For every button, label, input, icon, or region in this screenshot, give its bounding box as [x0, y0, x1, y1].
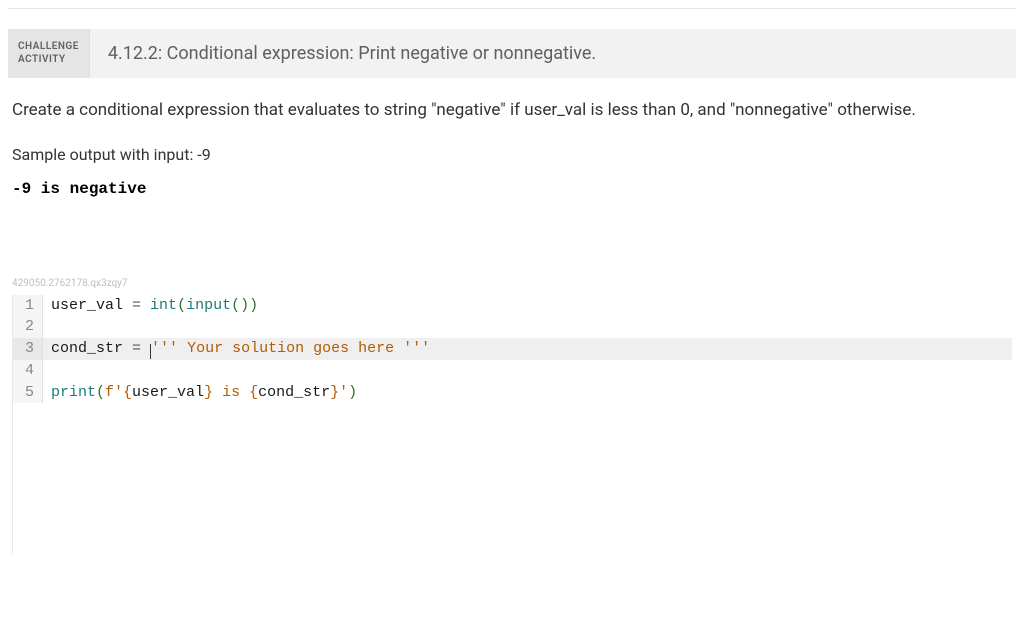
code-line[interactable]: 4: [13, 360, 1012, 382]
line-number: 5: [13, 382, 43, 404]
challenge-badge: CHALLENGE ACTIVITY: [8, 29, 90, 78]
activity-container: CHALLENGE ACTIVITY 4.12.2: Conditional e…: [8, 8, 1016, 563]
code-content[interactable]: print(f'{user_val} is {cond_str}'): [43, 382, 357, 404]
activity-content: Create a conditional expression that eva…: [8, 78, 1016, 563]
sample-label: Sample output with input: -9: [12, 145, 1012, 164]
code-content[interactable]: cond_str = ''' Your solution goes here '…: [43, 338, 430, 360]
activity-id: 429050.2762178.qx3zqy7: [12, 278, 1012, 289]
code-content[interactable]: [43, 316, 60, 338]
text-cursor: [150, 344, 151, 359]
sample-output: -9 is negative: [12, 180, 1012, 198]
code-line[interactable]: 2: [13, 316, 1012, 338]
badge-line: ACTIVITY: [18, 54, 79, 67]
activity-header: CHALLENGE ACTIVITY 4.12.2: Conditional e…: [8, 29, 1016, 78]
code-line-active[interactable]: 3 cond_str = ''' Your solution goes here…: [13, 338, 1012, 360]
code-content[interactable]: [43, 360, 60, 382]
line-number: 2: [13, 316, 43, 338]
line-number: 1: [13, 295, 43, 317]
code-line[interactable]: 5 print(f'{user_val} is {cond_str}'): [13, 382, 1012, 404]
code-line[interactable]: 1 user_val = int(input()): [13, 295, 1012, 317]
prompt-text: Create a conditional expression that eva…: [12, 98, 1012, 123]
line-number: 3: [13, 338, 43, 360]
badge-line: CHALLENGE: [18, 41, 79, 54]
code-content[interactable]: user_val = int(input()): [43, 295, 258, 317]
activity-title: 4.12.2: Conditional expression: Print ne…: [90, 29, 1016, 78]
code-editor[interactable]: 1 user_val = int(input()) 2 3 cond_str =…: [12, 295, 1012, 555]
line-number: 4: [13, 360, 43, 382]
